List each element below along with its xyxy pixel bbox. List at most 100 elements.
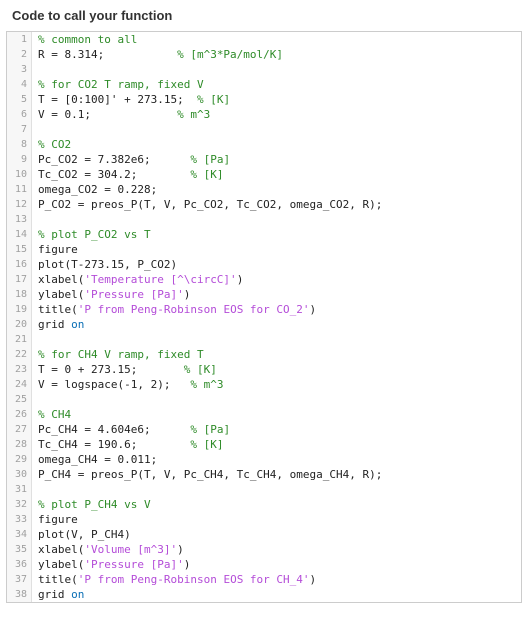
code-line[interactable]: 26% CH4 [7, 407, 521, 422]
code-line[interactable]: 30P_CH4 = preos_P(T, V, Pc_CH4, Tc_CH4, … [7, 467, 521, 482]
code-content[interactable]: Pc_CH4 = 4.604e6; % [Pa] [32, 422, 230, 437]
code-token: ylabel( [38, 558, 84, 571]
code-line[interactable]: 36ylabel('Pressure [Pa]') [7, 557, 521, 572]
section-title: Code to call your function [12, 8, 172, 23]
code-line[interactable]: 13 [7, 212, 521, 227]
code-content[interactable]: omega_CH4 = 0.011; [32, 452, 157, 467]
code-line[interactable]: 8% CO2 [7, 137, 521, 152]
code-line[interactable]: 33 figure [7, 512, 521, 527]
code-content[interactable]: xlabel('Temperature [^\circC]') [32, 272, 243, 287]
code-content[interactable] [32, 122, 45, 137]
code-line[interactable]: 15figure [7, 242, 521, 257]
line-number: 33 [7, 512, 32, 527]
code-line[interactable]: 12P_CO2 = preos_P(T, V, Pc_CO2, Tc_CO2, … [7, 197, 521, 212]
code-content[interactable]: grid on [32, 317, 84, 332]
code-content[interactable]: grid on [32, 587, 84, 602]
code-token: T = 0 + 273.15; [38, 363, 184, 376]
code-line[interactable]: 27Pc_CH4 = 4.604e6; % [Pa] [7, 422, 521, 437]
line-number: 21 [7, 332, 32, 347]
code-line[interactable]: 23T = 0 + 273.15; % [K] [7, 362, 521, 377]
code-line[interactable]: 4% for CO2 T ramp, fixed V [7, 77, 521, 92]
code-content[interactable]: ylabel('Pressure [Pa]') [32, 287, 190, 302]
code-content[interactable]: P_CH4 = preos_P(T, V, Pc_CH4, Tc_CH4, om… [32, 467, 382, 482]
code-content[interactable]: figure [32, 512, 78, 527]
code-content[interactable]: P_CO2 = preos_P(T, V, Pc_CO2, Tc_CO2, om… [32, 197, 382, 212]
code-content[interactable]: title('P from Peng-Robinson EOS for CH_4… [32, 572, 316, 587]
code-content[interactable]: V = logspace(-1, 2); % m^3 [32, 377, 223, 392]
code-content[interactable]: R = 8.314; % [m^3*Pa/mol/K] [32, 47, 283, 62]
code-content[interactable]: xlabel('Volume [m^3]') [32, 542, 184, 557]
code-content[interactable]: T = 0 + 273.15; % [K] [32, 362, 217, 377]
code-line[interactable]: 32% plot P_CH4 vs V [7, 497, 521, 512]
code-line[interactable]: 22% for CH4 V ramp, fixed T [7, 347, 521, 362]
code-line[interactable]: 21 [7, 332, 521, 347]
code-line[interactable]: 19title('P from Peng-Robinson EOS for CO… [7, 302, 521, 317]
code-line[interactable]: 20grid on [7, 317, 521, 332]
code-content[interactable]: Tc_CO2 = 304.2; % [K] [32, 167, 223, 182]
code-line[interactable]: 3 [7, 62, 521, 77]
code-line[interactable]: 5T = [0:100]' + 273.15; % [K] [7, 92, 521, 107]
code-line[interactable]: 37title('P from Peng-Robinson EOS for CH… [7, 572, 521, 587]
code-content[interactable]: Tc_CH4 = 190.6; % [K] [32, 437, 223, 452]
code-line[interactable]: 17xlabel('Temperature [^\circC]') [7, 272, 521, 287]
code-content[interactable]: % for CO2 T ramp, fixed V [32, 77, 204, 92]
code-line[interactable]: 28Tc_CH4 = 190.6; % [K] [7, 437, 521, 452]
code-line[interactable]: 29omega_CH4 = 0.011; [7, 452, 521, 467]
code-content[interactable] [32, 482, 45, 497]
code-line[interactable]: 38grid on [7, 587, 521, 602]
line-number: 8 [7, 137, 32, 152]
code-token: T = [0:100]' + 273.15; [38, 93, 197, 106]
code-token: xlabel( [38, 273, 84, 286]
code-line[interactable]: 16plot(T-273.15, P_CO2) [7, 257, 521, 272]
code-line[interactable]: 25 [7, 392, 521, 407]
code-line[interactable]: 2R = 8.314; % [m^3*Pa/mol/K] [7, 47, 521, 62]
line-number: 7 [7, 122, 32, 137]
code-content[interactable]: T = [0:100]' + 273.15; % [K] [32, 92, 230, 107]
code-token: 'Pressure [Pa]' [84, 558, 183, 571]
code-token: plot(V, P_CH4) [38, 528, 131, 541]
code-line[interactable]: 35xlabel('Volume [m^3]') [7, 542, 521, 557]
code-line[interactable]: 1% common to all [7, 32, 521, 47]
code-line[interactable]: 10Tc_CO2 = 304.2; % [K] [7, 167, 521, 182]
code-line[interactable]: 9Pc_CO2 = 7.382e6; % [Pa] [7, 152, 521, 167]
code-line[interactable]: 14% plot P_CO2 vs T [7, 227, 521, 242]
line-number: 5 [7, 92, 32, 107]
line-number: 1 [7, 32, 32, 47]
code-content[interactable]: % CO2 [32, 137, 71, 152]
code-content[interactable]: % plot P_CH4 vs V [32, 497, 151, 512]
code-content[interactable]: % for CH4 V ramp, fixed T [32, 347, 204, 362]
code-token: P_CH4 = preos_P(T, V, Pc_CH4, Tc_CH4, om… [38, 468, 382, 481]
code-token: on [71, 588, 84, 601]
code-content[interactable]: % CH4 [32, 407, 71, 422]
code-line[interactable]: 7 [7, 122, 521, 137]
code-content[interactable] [32, 332, 45, 347]
code-token: figure [38, 513, 78, 526]
code-line[interactable]: 34plot(V, P_CH4) [7, 527, 521, 542]
code-content[interactable]: V = 0.1; % m^3 [32, 107, 210, 122]
code-content[interactable]: plot(T-273.15, P_CO2) [32, 257, 177, 272]
code-content[interactable]: % common to all [32, 32, 137, 47]
line-number: 3 [7, 62, 32, 77]
code-content[interactable]: Pc_CO2 = 7.382e6; % [Pa] [32, 152, 230, 167]
code-content[interactable]: omega_CO2 = 0.228; [32, 182, 157, 197]
code-token: % [Pa] [190, 423, 230, 436]
code-content[interactable]: title('P from Peng-Robinson EOS for CO_2… [32, 302, 316, 317]
code-content[interactable] [32, 62, 45, 77]
code-content[interactable] [32, 392, 45, 407]
code-line[interactable]: 24V = logspace(-1, 2); % m^3 [7, 377, 521, 392]
code-token: Pc_CO2 = 7.382e6; [38, 153, 190, 166]
code-line[interactable]: 11omega_CO2 = 0.228; [7, 182, 521, 197]
code-token: ) [184, 288, 191, 301]
code-line[interactable]: 18ylabel('Pressure [Pa]') [7, 287, 521, 302]
code-content[interactable]: % plot P_CO2 vs T [32, 227, 151, 242]
code-content[interactable]: plot(V, P_CH4) [32, 527, 131, 542]
code-token: xlabel( [38, 543, 84, 556]
code-token: % m^3 [190, 378, 223, 391]
code-content[interactable] [32, 212, 45, 227]
code-content[interactable]: ylabel('Pressure [Pa]') [32, 557, 190, 572]
code-editor[interactable]: 1% common to all2R = 8.314; % [m^3*Pa/mo… [6, 31, 522, 603]
code-line[interactable]: 6V = 0.1; % m^3 [7, 107, 521, 122]
code-line[interactable]: 31 [7, 482, 521, 497]
code-content[interactable]: figure [32, 242, 78, 257]
line-number: 6 [7, 107, 32, 122]
